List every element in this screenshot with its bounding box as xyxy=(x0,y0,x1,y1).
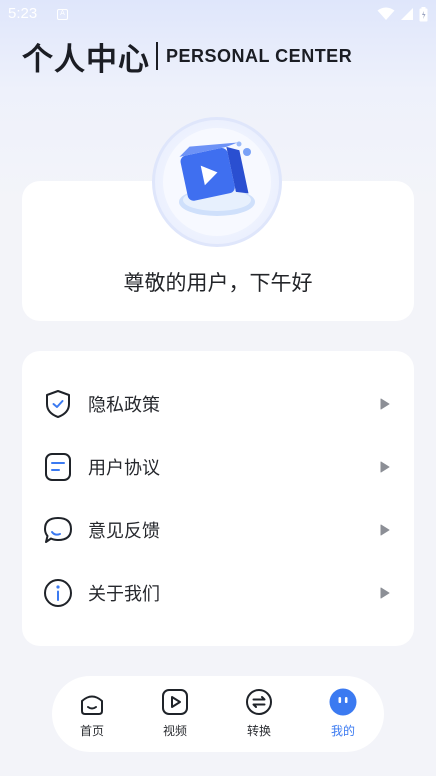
tab-home[interactable]: 首页 xyxy=(62,686,122,742)
avatar xyxy=(152,117,282,247)
menu-item-label: 用户协议 xyxy=(88,458,160,479)
title-divider xyxy=(156,42,158,70)
document-icon xyxy=(45,453,71,481)
menu-item-feedback[interactable]: 意见反馈 xyxy=(22,505,414,555)
swap-icon xyxy=(246,689,272,715)
menu-item-label: 意见反馈 xyxy=(88,521,160,542)
menu-item-privacy-policy[interactable]: 隐私政策 xyxy=(22,379,414,429)
tab-label: 首页 xyxy=(79,724,104,738)
greeting-text: 尊敬的用户，下午好 xyxy=(123,271,313,295)
home-smile-icon xyxy=(81,695,103,715)
menu-item-label: 关于我们 xyxy=(88,584,160,605)
signal-icon xyxy=(401,8,413,20)
page-subtitle: PERSONAL CENTER xyxy=(166,45,353,66)
wifi-icon xyxy=(377,7,395,20)
page-title: 个人中心 xyxy=(22,41,150,78)
menu-item-label: 隐私政策 xyxy=(88,395,160,416)
page-header: 个人中心 PERSONAL CENTER xyxy=(22,36,353,78)
system-icons xyxy=(377,6,428,22)
menu-item-about-us[interactable]: 关于我们 xyxy=(22,568,414,618)
play-icon xyxy=(162,689,188,715)
play-arrow-icon xyxy=(380,461,390,473)
tab-video[interactable]: 视频 xyxy=(145,686,205,742)
play-arrow-icon xyxy=(380,524,390,536)
tab-mine[interactable]: 我的 xyxy=(313,686,373,742)
info-icon xyxy=(44,579,72,607)
a-badge-icon: A xyxy=(57,9,68,20)
play-arrow-icon xyxy=(380,587,390,599)
video-cube-logo xyxy=(179,141,255,216)
chat-bubble-icon xyxy=(44,517,72,543)
menu-card: 隐私政策 用户协议 意见反馈 关于我们 xyxy=(22,351,414,646)
tab-label: 我的 xyxy=(330,724,355,738)
status-time: 5:23 xyxy=(8,5,38,22)
menu-item-user-agreement[interactable]: 用户协议 xyxy=(22,442,414,492)
play-arrow-icon xyxy=(380,398,390,410)
shield-check-icon xyxy=(46,390,70,418)
bottom-tab-bar: 首页 视频 转换 我的 xyxy=(52,676,384,752)
tab-label: 转换 xyxy=(246,724,271,738)
profile-face-icon xyxy=(329,688,357,716)
battery-icon xyxy=(419,6,428,21)
tab-convert[interactable]: 转换 xyxy=(229,686,289,742)
status-bar: 5:23 A xyxy=(0,0,436,30)
tab-label: 视频 xyxy=(162,724,187,738)
